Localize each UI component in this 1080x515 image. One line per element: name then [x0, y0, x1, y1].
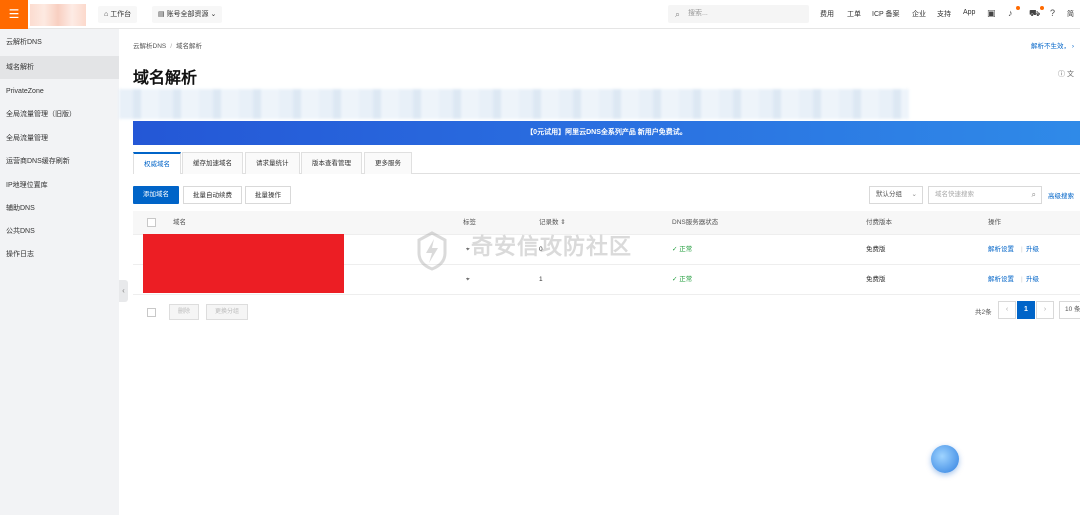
prev-page-button[interactable]: ‹: [998, 301, 1016, 319]
next-page-button[interactable]: ›: [1036, 301, 1054, 319]
menu-icon[interactable]: ☰: [0, 0, 28, 29]
page-number[interactable]: 1: [1017, 301, 1035, 319]
col-version: 付费版本: [866, 219, 892, 226]
total-count: 共2条: [975, 309, 992, 316]
dns-status: ✓ 正常: [672, 276, 693, 283]
tab-more-services[interactable]: 更多服务: [364, 152, 412, 174]
nav-enterprise[interactable]: 企业: [912, 9, 926, 19]
grid-icon: ▤: [158, 11, 167, 18]
sidebar-item-operation-log[interactable]: 操作日志: [0, 243, 119, 266]
domain-tabs: 权威域名 缓存加速域名 请求量统计 版本查看管理 更多服务: [133, 152, 1080, 174]
upgrade-link[interactable]: 升级: [1026, 265, 1039, 295]
help-icon[interactable]: ?: [1050, 8, 1055, 18]
search-icon: ⌕: [675, 9, 681, 19]
breadcrumb: 云解析DNS / 域名解析: [133, 43, 203, 50]
tab-authoritative[interactable]: 权威域名: [133, 152, 181, 174]
delete-button[interactable]: 删除: [169, 304, 200, 320]
account-resources-dropdown[interactable]: ▤ 账号全部资源 ⌄: [152, 6, 223, 23]
change-group-button[interactable]: 更换分组: [206, 304, 249, 320]
select-all-checkbox[interactable]: [147, 218, 156, 227]
blurred-logo: [30, 4, 86, 26]
assistant-float-icon[interactable]: [931, 445, 959, 473]
notification-dot: [1016, 6, 1020, 10]
col-domain[interactable]: 域名: [173, 211, 186, 235]
chevron-left-icon: ‹: [1005, 306, 1009, 313]
sidebar-item-gtm[interactable]: 全局流量管理: [0, 127, 119, 150]
nav-more[interactable]: 简: [1067, 9, 1074, 19]
sidebar-item-public-dns[interactable]: 公共DNS: [0, 220, 119, 243]
message-icon[interactable]: ▣: [987, 8, 996, 19]
chevron-down-icon: ⌄: [911, 191, 917, 198]
tab-cache-accel[interactable]: 缓存加速域名: [182, 152, 243, 174]
action-separator: |: [1021, 246, 1023, 253]
sidebar-item-cache-refresh[interactable]: 运营商DNS缓存刷新: [0, 150, 119, 173]
upgrade-link[interactable]: 升级: [1026, 235, 1039, 265]
chevron-right-icon: ›: [1043, 306, 1047, 313]
bell-icon[interactable]: ♪: [1008, 8, 1013, 18]
paid-version: 免费版: [866, 276, 886, 283]
tab-version[interactable]: 版本查看管理: [301, 152, 362, 174]
sidebar-item-secondary-dns[interactable]: 辅助DNS: [0, 197, 119, 220]
sidebar-item-domain-resolution[interactable]: 域名解析: [0, 56, 119, 79]
page-size-select[interactable]: 10 条: [1059, 301, 1080, 319]
breadcrumb-dns[interactable]: 云解析DNS: [133, 43, 166, 50]
nav-app[interactable]: App: [963, 9, 975, 16]
col-dns-status: DNS服务器状态: [672, 219, 719, 226]
resolution-not-effective-link[interactable]: 解析不生效， ›: [1031, 40, 1074, 50]
nav-icp[interactable]: ICP 备案: [872, 9, 900, 19]
top-navbar: ☰ ⌂ 工作台 ▤ 账号全部资源 ⌄ ⌕ 搜索... 费用 工单 ICP 备案 …: [0, 0, 1080, 29]
dns-status: ✓ 正常: [672, 246, 693, 253]
cart-dot: [1040, 6, 1044, 10]
tab-request-stats[interactable]: 请求量统计: [245, 152, 300, 174]
chevron-down-icon: ⌄: [208, 11, 217, 18]
resolution-settings-link[interactable]: 解析设置: [988, 265, 1014, 295]
tag-icon[interactable]: ⌖: [466, 235, 470, 265]
sidebar: 云解析DNS 域名解析 PrivateZone 全局流量管理（旧版） 全局流量管…: [0, 29, 119, 515]
domain-search-input[interactable]: 域名快速搜索 ⌕: [928, 186, 1042, 204]
nav-support[interactable]: 支持: [937, 9, 951, 19]
advanced-search-link[interactable]: 高级搜索: [1048, 190, 1074, 200]
chevron-right-icon: ›: [1070, 43, 1074, 50]
cart-icon[interactable]: ⛟: [1029, 8, 1040, 20]
batch-ops-button[interactable]: 批量操作: [245, 186, 291, 204]
watermark-text: 奇安信攻防社区: [471, 234, 633, 259]
tag-icon[interactable]: ⌖: [466, 265, 470, 295]
add-domain-button[interactable]: 添加域名: [133, 186, 179, 204]
page-title: 域名解析: [133, 70, 198, 87]
paid-version: 免费版: [866, 246, 886, 253]
action-separator: |: [1021, 276, 1023, 283]
breadcrumb-current: 域名解析: [176, 43, 203, 50]
promo-banner[interactable]: 【0元试用】阿里云DNS全系列产品 新用户免费试。: [133, 121, 1080, 145]
global-search-input[interactable]: ⌕ 搜索...: [668, 5, 809, 23]
record-count: 1: [539, 276, 543, 283]
nav-fee[interactable]: 费用: [820, 9, 834, 19]
group-select[interactable]: 默认分组 ⌄: [869, 186, 923, 204]
blurred-band: [119, 89, 909, 119]
sidebar-item-gtm-old[interactable]: 全局流量管理（旧版）: [0, 103, 119, 126]
footer-select-checkbox[interactable]: [147, 308, 156, 317]
batch-auto-renew-button[interactable]: 批量自动续费: [183, 186, 242, 204]
sidebar-item-dns[interactable]: 云解析DNS: [0, 31, 119, 54]
workbench-button[interactable]: ⌂ 工作台: [98, 6, 138, 23]
resolution-settings-link[interactable]: 解析设置: [988, 235, 1014, 265]
col-actions: 操作: [988, 219, 1001, 226]
redacted-domains: [143, 234, 344, 293]
sort-icon: ⇕: [558, 219, 566, 226]
sidebar-item-ip-geo[interactable]: IP地理位置库: [0, 174, 119, 197]
sidebar-item-privatezone[interactable]: PrivateZone: [0, 80, 119, 103]
watermark-logo-icon: [417, 231, 447, 271]
search-icon: ⌕: [1031, 190, 1036, 199]
help-circle-icon[interactable]: ⓘ 文: [1058, 69, 1074, 79]
main-content: 云解析DNS / 域名解析 解析不生效， › 域名解析 ⓘ 文 【0元试用】阿里云D…: [119, 29, 1080, 515]
nav-ticket[interactable]: 工单: [847, 9, 861, 19]
